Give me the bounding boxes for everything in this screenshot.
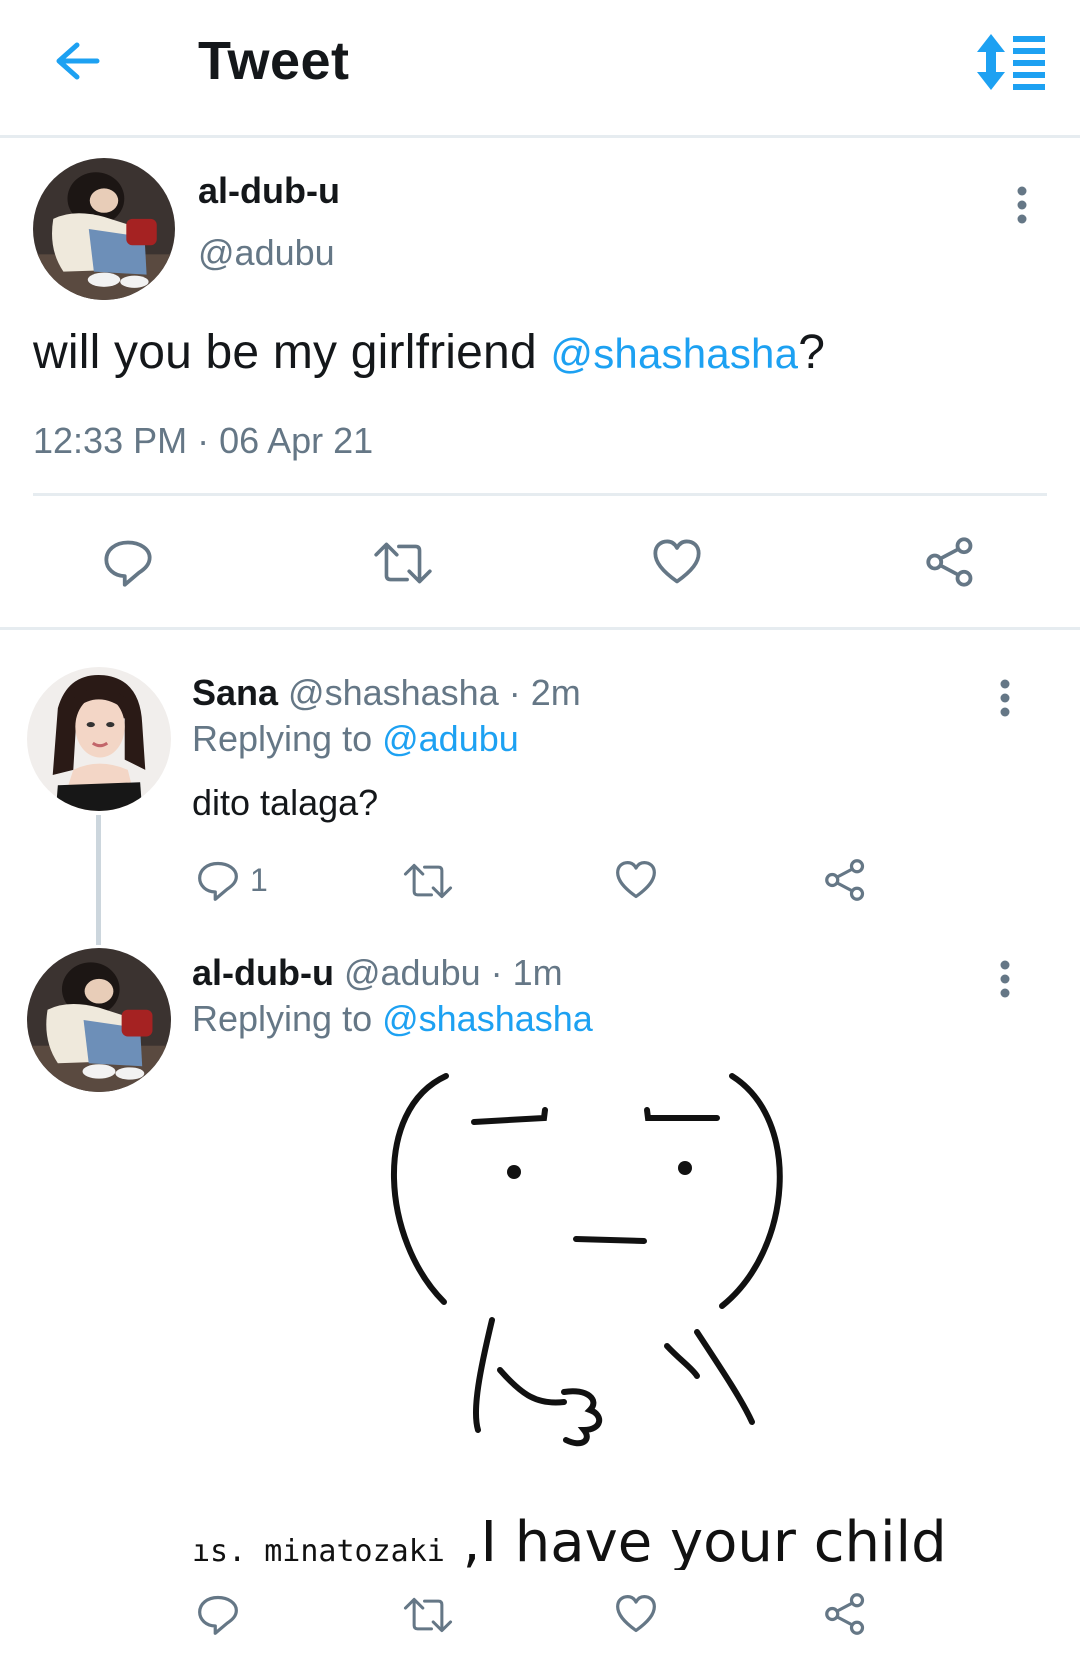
like-icon [614,1592,658,1636]
replying-label: Replying to [192,998,383,1039]
reply2-retweet-button[interactable] [402,1594,454,1636]
retweet-icon [372,538,434,588]
reply2-share-button[interactable] [824,1592,868,1636]
main-reply-button[interactable] [102,536,154,588]
reply-header: al-dub-u @adubu · 1m [192,952,563,994]
reply-more-button[interactable] [985,954,1025,1004]
divider [33,493,1047,496]
reply-icon [196,1592,240,1636]
meme-caption: ıs. minatozaki ,I have your child [192,1510,992,1570]
avatar-image [27,667,171,811]
main-share-button[interactable] [925,536,977,588]
reply-count: 1 [250,861,268,898]
share-icon [925,536,977,588]
main-tweet-avatar[interactable] [33,158,175,300]
main-like-button[interactable] [651,536,703,588]
like-icon [651,536,703,588]
reply-meta: @shashasha · 2m [278,672,581,713]
page-title: Tweet [198,31,350,91]
replying-handle[interactable]: @shashasha [382,998,593,1039]
thread-line [96,815,101,945]
reply-reply-button[interactable]: 1 [196,858,268,902]
reply-share-button[interactable] [824,858,868,902]
avatar-image [33,158,175,300]
replying-to: Replying to @shashasha [192,998,593,1040]
main-tweet-mention[interactable]: @shashasha [550,330,798,377]
main-tweet-name[interactable]: al-dub-u [198,170,340,212]
main-tweet-text: will you be my girlfriend @shashasha? [33,325,825,380]
sort-button[interactable] [975,30,1049,94]
divider [0,627,1080,630]
meme-caption-small: ıs. minatozaki [192,1534,445,1569]
more-vertical-icon [1016,185,1028,225]
back-arrow-icon [56,42,100,80]
sort-icon [977,34,1045,90]
reply-meta: @adubu · 1m [333,952,563,993]
main-tweet-handle[interactable]: @adubu [198,232,335,274]
main-retweet-button[interactable] [372,538,434,588]
like-icon [614,858,658,902]
reply-text: dito talaga? [192,782,379,823]
reply2-like-button[interactable] [614,1592,658,1636]
meme-caption-big: ,I have your child [444,1510,947,1570]
more-vertical-icon [999,678,1011,718]
reply-header: Sana @shashasha · 2m [192,672,581,714]
replying-to: Replying to @adubu [192,718,519,760]
reply-name[interactable]: al-dub-u [192,952,334,993]
reply2-reply-button[interactable] [196,1592,240,1636]
back-button[interactable] [46,30,108,92]
reply-avatar-adubu[interactable] [27,948,171,1092]
share-icon [824,1592,868,1636]
reply-name[interactable]: Sana [192,672,278,713]
reply-icon [196,858,240,902]
reply-avatar-sana[interactable] [27,667,171,811]
share-icon [824,858,868,902]
main-tweet-text-before: will you be my girlfriend [33,326,551,379]
retweet-icon [402,1594,454,1636]
retweet-icon [402,860,454,902]
meme-drawing [391,1073,783,1447]
replying-label: Replying to [192,718,383,759]
replying-handle[interactable]: @adubu [382,718,519,759]
main-tweet-more-button[interactable] [1002,180,1042,230]
top-app-bar: Tweet [0,0,1080,138]
reply-retweet-button[interactable] [402,860,454,902]
more-vertical-icon [999,959,1011,999]
main-tweet-text-after: ? [798,326,826,379]
reply-media-image[interactable]: ıs. minatozaki ,I have your child [192,1070,992,1570]
avatar-image [27,948,171,1092]
reply-icon [102,536,154,588]
reply-like-button[interactable] [614,858,658,902]
main-tweet-timestamp: 12:33 PM · 06 Apr 21 [33,420,374,461]
reply-more-button[interactable] [985,673,1025,723]
